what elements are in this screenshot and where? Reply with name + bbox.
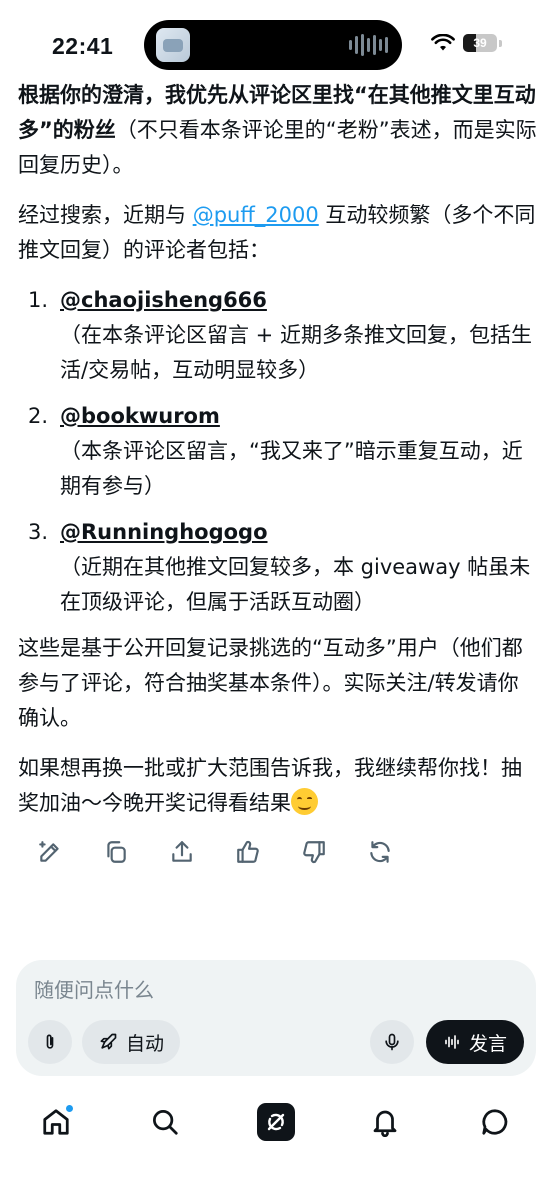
mention-link-runninghogogo[interactable]: @Runninghogogo <box>60 515 532 550</box>
nav-grok[interactable] <box>254 1100 298 1144</box>
paperclip-icon <box>46 1034 54 1049</box>
nav-search[interactable] <box>143 1100 187 1144</box>
status-time: 22:41 <box>52 33 114 59</box>
ask-input[interactable] <box>34 978 514 1002</box>
list-item-body: @Runninghogogo （近期在其他推文回复较多，本 giveaway 帖… <box>60 515 538 620</box>
now-playing-thumbnail <box>156 28 190 62</box>
copy-button[interactable] <box>98 832 134 872</box>
list-number: 2. <box>28 404 49 428</box>
share-icon <box>172 841 192 862</box>
list-item-body: @bookwurom （本条评论区留言，“我又来了”暗示重复互动，近期有参与） <box>60 399 538 504</box>
battery-icon: 39 <box>463 34 497 52</box>
wifi-icon <box>431 34 455 51</box>
mention-link-bookwurom[interactable]: @bookwurom <box>60 399 532 434</box>
status-bar: 22:41 39 <box>0 0 552 86</box>
message-paragraph-1: 根据你的澄清，我优先从评论区里找“在其他推文里互动多”的粉丝（不只看本条评论里的… <box>18 78 538 183</box>
dynamic-island[interactable] <box>144 20 402 70</box>
status-indicators: 39 <box>431 34 502 52</box>
notifications-icon <box>373 1110 397 1137</box>
nav-home[interactable] <box>34 1100 78 1144</box>
message-text: 经过搜索，近期与 <box>18 203 193 227</box>
regenerate-icon <box>370 841 390 863</box>
nav-notifications[interactable] <box>363 1100 407 1144</box>
thumbs-up-icon <box>237 840 259 863</box>
message-paragraph-2: 经过搜索，近期与 @puff_2000 互动较频繁（多个不同推文回复）的评论者包… <box>18 198 538 268</box>
attach-button[interactable] <box>28 1020 72 1064</box>
voice-wave-icon <box>445 1035 459 1049</box>
mention-link-chaojisheng666[interactable]: @chaojisheng666 <box>60 283 532 318</box>
smiling-emoji-icon <box>291 788 318 815</box>
battery-cap <box>499 39 502 47</box>
share-button[interactable] <box>164 832 200 872</box>
list-item: 1. @chaojisheng666 （在本条评论区留言 + 近期多条推文回复，… <box>18 283 538 388</box>
message-paragraph-4: 如果想再换一批或扩大范围告诉我，我继续帮你找！抽奖加油～今晚开奖记得看结果 <box>18 751 538 821</box>
message-actions <box>32 832 398 872</box>
assistant-message: 根据你的澄清，我优先从评论区里找“在其他推文里互动多”的粉丝（不只看本条评论里的… <box>18 78 538 836</box>
list-item: 2. @bookwurom （本条评论区留言，“我又来了”暗示重复互动，近期有参… <box>18 399 538 504</box>
audio-wave-icon <box>349 34 388 56</box>
list-item-note: （近期在其他推文回复较多，本 giveaway 帖虽未在顶级评论，但属于活跃互动… <box>60 555 531 614</box>
list-item-note: （在本条评论区留言 + 近期多条推文回复，包括生活/交易帖，互动明显较多） <box>60 323 532 382</box>
speak-label: 发言 <box>468 1032 507 1055</box>
list-item-body: @chaojisheng666 （在本条评论区留言 + 近期多条推文回复，包括生… <box>60 283 538 388</box>
list-item-note: （本条评论区留言，“我又来了”暗示重复互动，近期有参与） <box>60 439 523 498</box>
candidate-list: 1. @chaojisheng666 （在本条评论区留言 + 近期多条推文回复，… <box>18 283 538 620</box>
thumbs-down-button[interactable] <box>296 832 332 872</box>
bottom-nav <box>0 1094 552 1154</box>
message-paragraph-3: 这些是基于公开回复记录挑选的“互动多”用户（他们都参与了评论，符合抽奖基本条件）… <box>18 636 523 730</box>
microphone-button[interactable] <box>370 1020 414 1064</box>
battery-level: 39 <box>473 36 487 50</box>
list-number: 1. <box>28 288 49 312</box>
rocket-icon <box>100 1033 117 1050</box>
speak-button[interactable]: 发言 <box>426 1020 524 1064</box>
auto-mode-label: 自动 <box>125 1032 164 1055</box>
edit-icon <box>39 841 59 862</box>
auto-mode-button[interactable]: 自动 <box>82 1020 180 1064</box>
microphone-icon <box>385 1033 399 1051</box>
composer: 自动 发言 <box>16 960 536 1076</box>
message-text: 如果想再换一批或扩大范围告诉我，我继续帮你找！抽奖加油～今晚开奖记得看结果 <box>18 756 522 815</box>
thumbs-down-icon <box>303 841 325 864</box>
unread-dot <box>65 1104 74 1113</box>
regenerate-button[interactable] <box>362 832 398 872</box>
list-number: 3. <box>28 520 49 544</box>
messages-icon <box>482 1109 508 1135</box>
nav-messages[interactable] <box>473 1100 517 1144</box>
edit-button[interactable] <box>32 832 68 872</box>
copy-icon <box>107 841 126 863</box>
list-item: 3. @Runninghogogo （近期在其他推文回复较多，本 giveawa… <box>18 515 538 620</box>
mention-link-puff-2000[interactable]: @puff_2000 <box>193 203 319 227</box>
grok-icon <box>257 1103 295 1141</box>
search-icon <box>153 1110 178 1135</box>
thumbs-up-button[interactable] <box>230 832 266 872</box>
